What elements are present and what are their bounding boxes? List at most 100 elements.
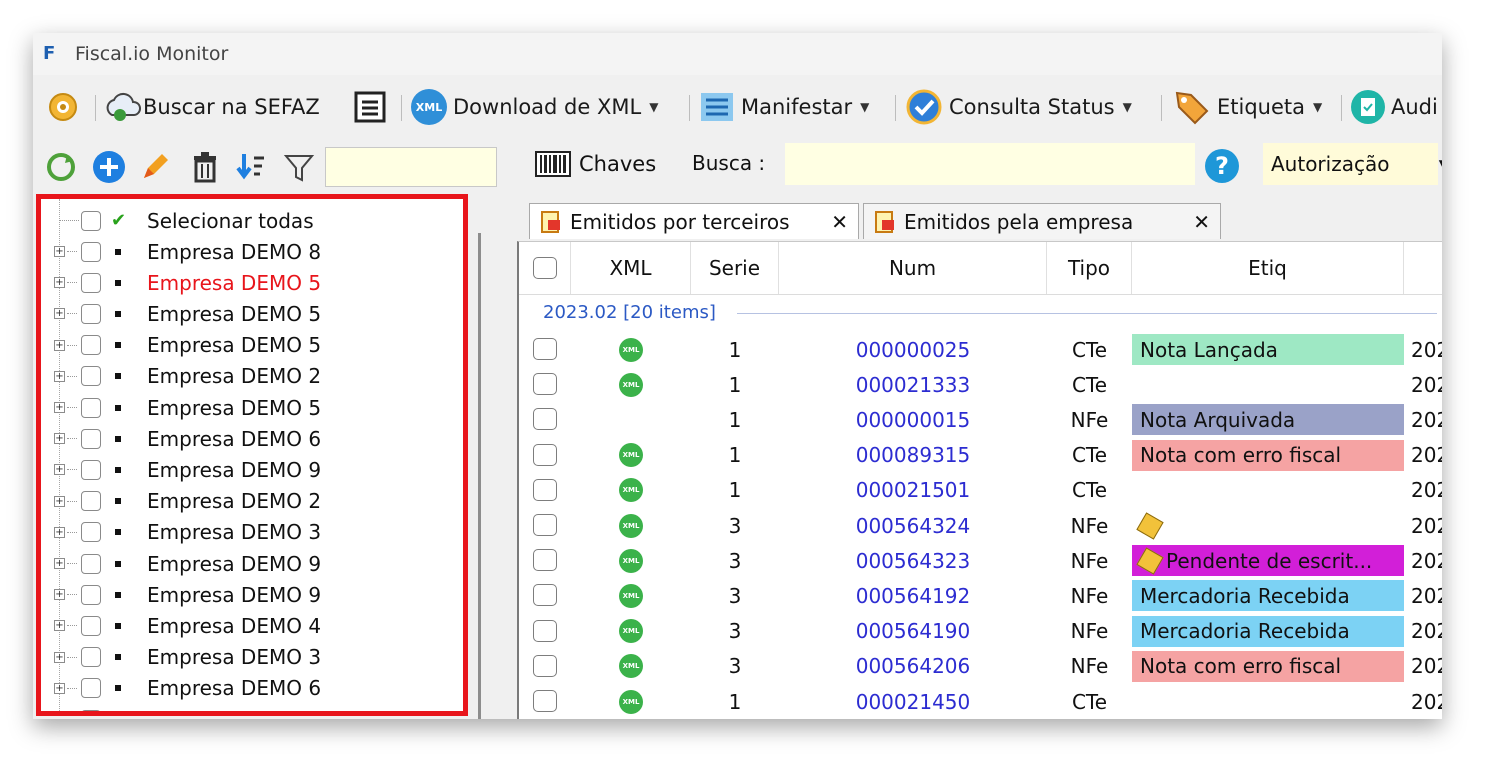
table-row[interactable]: XML 1 000000025 CTe Nota Lançada 202	[519, 332, 1442, 367]
row-checkbox[interactable]	[533, 338, 557, 360]
tree-select-all[interactable]: ✔ Selecionar todas	[41, 205, 461, 236]
num-link[interactable]: 000564190	[779, 614, 1047, 649]
row-checkbox[interactable]	[533, 443, 557, 466]
row-checkbox[interactable]	[533, 373, 557, 396]
tree-item[interactable]: + Empresa DEMO 6	[41, 704, 461, 711]
num-link[interactable]: 000089315	[779, 438, 1047, 473]
delete-button[interactable]	[187, 149, 223, 185]
tree-item[interactable]: + Empresa DEMO 5	[41, 392, 461, 423]
table-row[interactable]: XML 3 000564324 NFe 202	[519, 508, 1442, 543]
xml-icon[interactable]: XML	[619, 689, 643, 714]
checkbox[interactable]	[81, 303, 101, 324]
close-icon[interactable]: ✕	[1193, 210, 1210, 234]
expand-icon[interactable]: +	[54, 370, 65, 382]
row-checkbox[interactable]	[533, 654, 557, 677]
tree-item[interactable]: + Empresa DEMO 8	[41, 236, 461, 267]
select-all-checkbox-header[interactable]	[519, 242, 571, 294]
tree-item[interactable]: + Empresa DEMO 2	[41, 361, 461, 392]
column-header-num[interactable]: Num	[779, 242, 1047, 294]
manifestar-button[interactable]: Manifestar ▼	[699, 85, 869, 129]
row-checkbox[interactable]	[533, 514, 557, 536]
table-row[interactable]: XML 3 000564323 NFe Pendente de escrit... 202	[519, 543, 1442, 578]
checkbox[interactable]	[81, 397, 101, 418]
auditoria-button[interactable]: Audi	[1349, 85, 1438, 129]
tree-item[interactable]: + Empresa DEMO 5	[41, 298, 461, 329]
expand-icon[interactable]: +	[54, 558, 65, 569]
checkbox[interactable]	[81, 553, 101, 574]
tree-item[interactable]: + Empresa DEMO 6	[41, 423, 461, 454]
tree-item[interactable]: + Empresa DEMO 3	[41, 517, 461, 548]
checkbox[interactable]	[81, 241, 101, 262]
column-header-tipo[interactable]: Tipo	[1047, 242, 1132, 294]
expand-icon[interactable]: +	[54, 495, 65, 507]
row-checkbox[interactable]	[533, 690, 557, 712]
checkbox[interactable]	[81, 272, 101, 293]
xml-icon[interactable]: XML	[619, 478, 643, 503]
tree-item[interactable]: + Empresa DEMO 9	[41, 548, 461, 579]
checkbox[interactable]	[81, 522, 101, 543]
column-header-xml[interactable]: XML	[571, 242, 691, 294]
settings-button[interactable]	[45, 85, 81, 129]
expand-icon[interactable]: +	[54, 620, 65, 632]
busca-input[interactable]	[785, 143, 1195, 185]
checkbox[interactable]	[81, 584, 101, 605]
tree-item[interactable]: + Empresa DEMO 9	[41, 454, 461, 485]
xml-icon[interactable]: XML	[619, 443, 643, 468]
group-header[interactable]: 2023.02 [20 items]	[543, 302, 716, 323]
expand-icon[interactable]: +	[54, 246, 65, 257]
expand-icon[interactable]: +	[54, 464, 65, 476]
checkbox[interactable]	[81, 491, 101, 512]
num-link[interactable]: 000021501	[779, 473, 1047, 508]
table-row[interactable]: XML 3 000564206 NFe Nota com erro fiscal 202	[519, 649, 1442, 684]
num-link[interactable]: 000000015	[779, 402, 1047, 437]
checkbox[interactable]	[81, 678, 101, 699]
checkbox[interactable]	[81, 366, 101, 387]
xml-icon[interactable]: XML	[619, 583, 643, 608]
tree-item[interactable]: + Empresa DEMO 2	[41, 486, 461, 517]
tab-emitidos-terceiros[interactable]: Emitidos por terceiros ✕	[529, 203, 859, 239]
tree-item[interactable]: + Empresa DEMO 3	[41, 642, 461, 673]
row-checkbox[interactable]	[533, 584, 557, 607]
buscar-sefaz-button[interactable]: Buscar na SEFAZ	[103, 85, 320, 129]
table-row[interactable]: XML 1 000021450 CTe 202	[519, 684, 1442, 719]
num-link[interactable]: 000564324	[779, 508, 1047, 543]
etiqueta-button[interactable]: Etiqueta ▼	[1171, 85, 1322, 129]
xml-icon[interactable]: XML	[619, 337, 643, 362]
checkbox[interactable]	[81, 615, 101, 636]
expand-icon[interactable]: +	[54, 433, 65, 445]
download-xml-button[interactable]: XML Download de XML ▼	[411, 85, 658, 129]
table-row[interactable]: XML 1 000021333 CTe 202	[519, 367, 1442, 402]
checkbox[interactable]	[81, 335, 101, 356]
tree-item[interactable]: + Empresa DEMO 9	[41, 579, 461, 610]
row-checkbox[interactable]	[533, 478, 557, 501]
expand-icon[interactable]: +	[54, 682, 65, 694]
row-checkbox[interactable]	[533, 619, 557, 642]
tree-filter-input[interactable]	[325, 147, 497, 187]
edit-button[interactable]	[137, 149, 173, 185]
row-checkbox[interactable]	[533, 549, 557, 572]
refresh-button[interactable]	[43, 149, 79, 185]
expand-icon[interactable]: +	[54, 308, 65, 320]
xml-icon[interactable]: XML	[619, 548, 643, 573]
column-header-etiq[interactable]: Etiq	[1132, 242, 1404, 294]
expand-icon[interactable]: +	[54, 651, 65, 663]
tab-emitidos-empresa[interactable]: Emitidos pela empresa ✕	[863, 203, 1221, 239]
checkbox[interactable]	[81, 210, 101, 231]
filter-button[interactable]	[281, 149, 317, 185]
add-button[interactable]	[91, 149, 127, 185]
checkbox[interactable]	[81, 459, 101, 480]
table-row[interactable]: XML 3 000564190 NFe Mercadoria Recebida 202	[519, 614, 1442, 649]
xml-icon[interactable]: XML	[619, 619, 643, 644]
checkbox[interactable]	[81, 647, 101, 668]
tree-item[interactable]: + Empresa DEMO 6	[41, 673, 461, 704]
xml-icon[interactable]: XML	[619, 654, 643, 679]
close-icon[interactable]: ✕	[831, 210, 848, 234]
num-link[interactable]: 000021450	[779, 684, 1047, 719]
table-row[interactable]: XML 1 000021501 CTe 202	[519, 473, 1442, 508]
column-header-serie[interactable]: Serie	[691, 242, 779, 294]
xml-icon[interactable]: XML	[619, 372, 643, 397]
tree-item[interactable]: + Empresa DEMO 5	[41, 330, 461, 361]
expand-icon[interactable]: +	[54, 339, 65, 351]
tree-item[interactable]: + Empresa DEMO 5	[41, 267, 461, 298]
num-link[interactable]: 000564323	[779, 543, 1047, 578]
